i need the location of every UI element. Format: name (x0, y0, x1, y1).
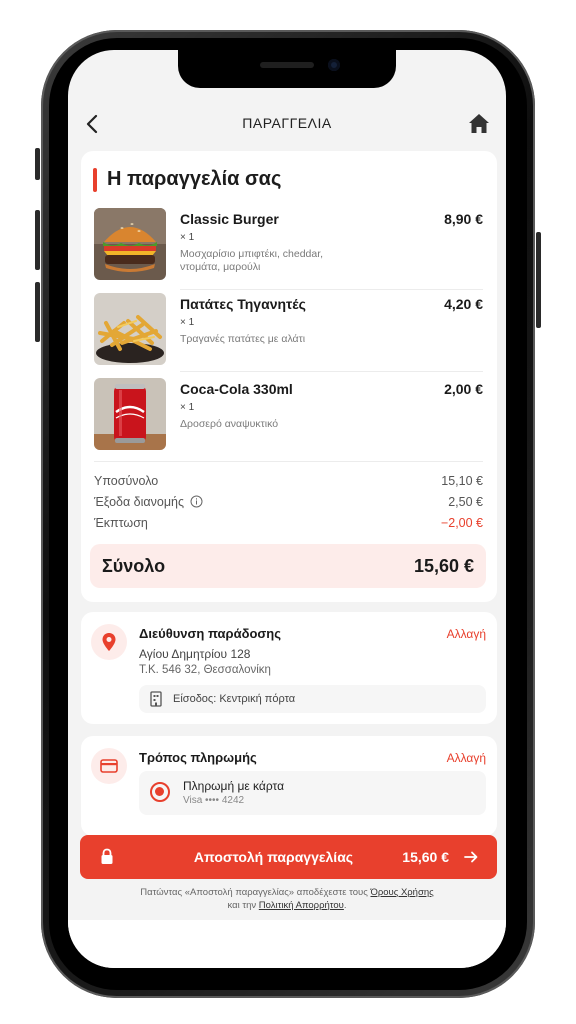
door-icon (150, 691, 162, 707)
submit-price: 15,60 € (402, 849, 449, 865)
item-name: Πατάτες Τηγανητές (180, 296, 306, 312)
item-quantity: × 1 (180, 317, 195, 328)
item-name: Coca-Cola 330ml (180, 381, 293, 397)
terms-text-part: . (343, 900, 347, 911)
mute-switch (35, 148, 40, 180)
change-address-link[interactable]: Αλλαγή (447, 627, 486, 641)
address-card: Διεύθυνση παράδοσης Αλλαγή Αγίου Δημητρί… (81, 612, 497, 724)
order-card: Η παραγγελία σας Classic Burger × 1 Μοσχ… (81, 151, 497, 602)
speaker (260, 62, 314, 68)
payment-card-number: Visa •••• 4242 (183, 795, 245, 806)
delivery-fee-label-wrap: Έξοδα διανομής (94, 495, 203, 509)
subtotal-row: Υποσύνολο 15,10 € (94, 474, 483, 492)
address-title: Διεύθυνση παράδοσης (139, 626, 281, 641)
item-price: 2,00 € (444, 381, 483, 397)
burger-image (94, 208, 166, 280)
location-pin-icon (102, 633, 116, 651)
submit-order-button[interactable]: Αποστολή παραγγελίας 15,60 € (80, 835, 497, 879)
delivery-fee-label: Έξοδα διανομής (94, 495, 185, 509)
credit-card-icon (100, 759, 118, 773)
discount-label: Έκπτωση (94, 516, 148, 530)
location-icon-wrap (91, 624, 127, 660)
payment-option[interactable]: Πληρωμή με κάρτα Visa •••• 4242 (139, 771, 486, 815)
home-button[interactable] (466, 111, 492, 137)
item-price: 4,20 € (444, 296, 483, 312)
total-box: Σύνολο 15,60 € (90, 544, 486, 588)
info-icon[interactable] (190, 495, 203, 508)
page-title: ΠΑΡΑΓΓΕΛΙΑ (242, 115, 332, 131)
payment-method: Πληρωμή με κάρτα (183, 779, 285, 793)
terms-text: Πατώντας «Αποστολή παραγγελίας» αποδέχεσ… (88, 886, 486, 912)
volume-up-button (35, 210, 40, 270)
address-street: Αγίου Δημητρίου 128 (139, 647, 251, 661)
order-item[interactable]: Πατάτες Τηγανητές × 1 Τραγανές πατάτες μ… (94, 293, 483, 371)
home-icon (469, 114, 489, 133)
terms-text-part: Πατώντας «Αποστολή παραγγελίας» αποδέχεσ… (140, 887, 368, 898)
item-quantity: × 1 (180, 232, 195, 243)
delivery-fee-row: Έξοδα διανομής 2,50 € (94, 495, 483, 513)
item-price: 8,90 € (444, 211, 483, 227)
fries-image (94, 293, 166, 365)
payment-card: Τρόπος πληρωμής Αλλαγή Πληρωμή με κάρτα … (81, 736, 497, 836)
divider (180, 289, 483, 290)
terms-of-use-link[interactable]: Όρους Χρήσης (370, 887, 433, 898)
order-title: Η παραγγελία σας (93, 168, 281, 192)
power-button (536, 232, 541, 328)
delivery-fee-value: 2,50 € (448, 495, 483, 509)
divider (180, 371, 483, 372)
volume-down-button (35, 282, 40, 342)
payment-radio[interactable] (150, 782, 170, 802)
total-label: Σύνολο (102, 556, 166, 576)
coca-cola-image (94, 378, 166, 450)
terms-text-part: και την (227, 900, 257, 911)
subtotal-label: Υποσύνολο (94, 474, 159, 488)
order-item[interactable]: Classic Burger × 1 Μοσχαρίσιο μπιφτέκι, … (94, 208, 483, 286)
front-camera (328, 59, 340, 71)
notch (178, 50, 396, 88)
card-icon-wrap (91, 748, 127, 784)
screen: ΠΑΡΑΓΓΕΛΙΑ Η παραγγελία σας Classic Burg… (68, 50, 506, 968)
privacy-policy-link[interactable]: Πολιτική Απορρήτου (259, 900, 344, 911)
item-description: Δροσερό αναψυκτικό (180, 418, 279, 430)
payment-title: Τρόπος πληρωμής (139, 750, 257, 765)
divider (94, 461, 483, 462)
item-description: Τραγανές πατάτες με αλάτι (180, 333, 306, 345)
address-city: Τ.Κ. 546 32, Θεσσαλονίκη (139, 664, 271, 676)
discount-row: Έκπτωση −2,00 € (94, 516, 483, 534)
total-value: 15,60 € (413, 556, 474, 576)
subtotal-value: 15,10 € (441, 474, 483, 488)
bottom-area (68, 920, 506, 968)
entrance-text: Είσοδος: Κεντρική πόρτα (173, 693, 296, 705)
change-payment-link[interactable]: Αλλαγή (447, 751, 486, 765)
arrow-right-icon (464, 851, 478, 863)
item-description: Μοσχαρίσιο μπιφτέκι, cheddar, ντομάτα, μ… (180, 248, 324, 273)
entrance-box: Είσοδος: Κεντρική πόρτα (139, 685, 486, 713)
discount-value: −2,00 € (440, 516, 483, 530)
item-name: Classic Burger (180, 211, 279, 227)
top-bar: ΠΑΡΑΓΓΕΛΙΑ (68, 102, 506, 146)
item-quantity: × 1 (180, 402, 195, 413)
order-item[interactable]: Coca-Cola 330ml × 1 Δροσερό αναψυκτικό 2… (94, 378, 483, 456)
